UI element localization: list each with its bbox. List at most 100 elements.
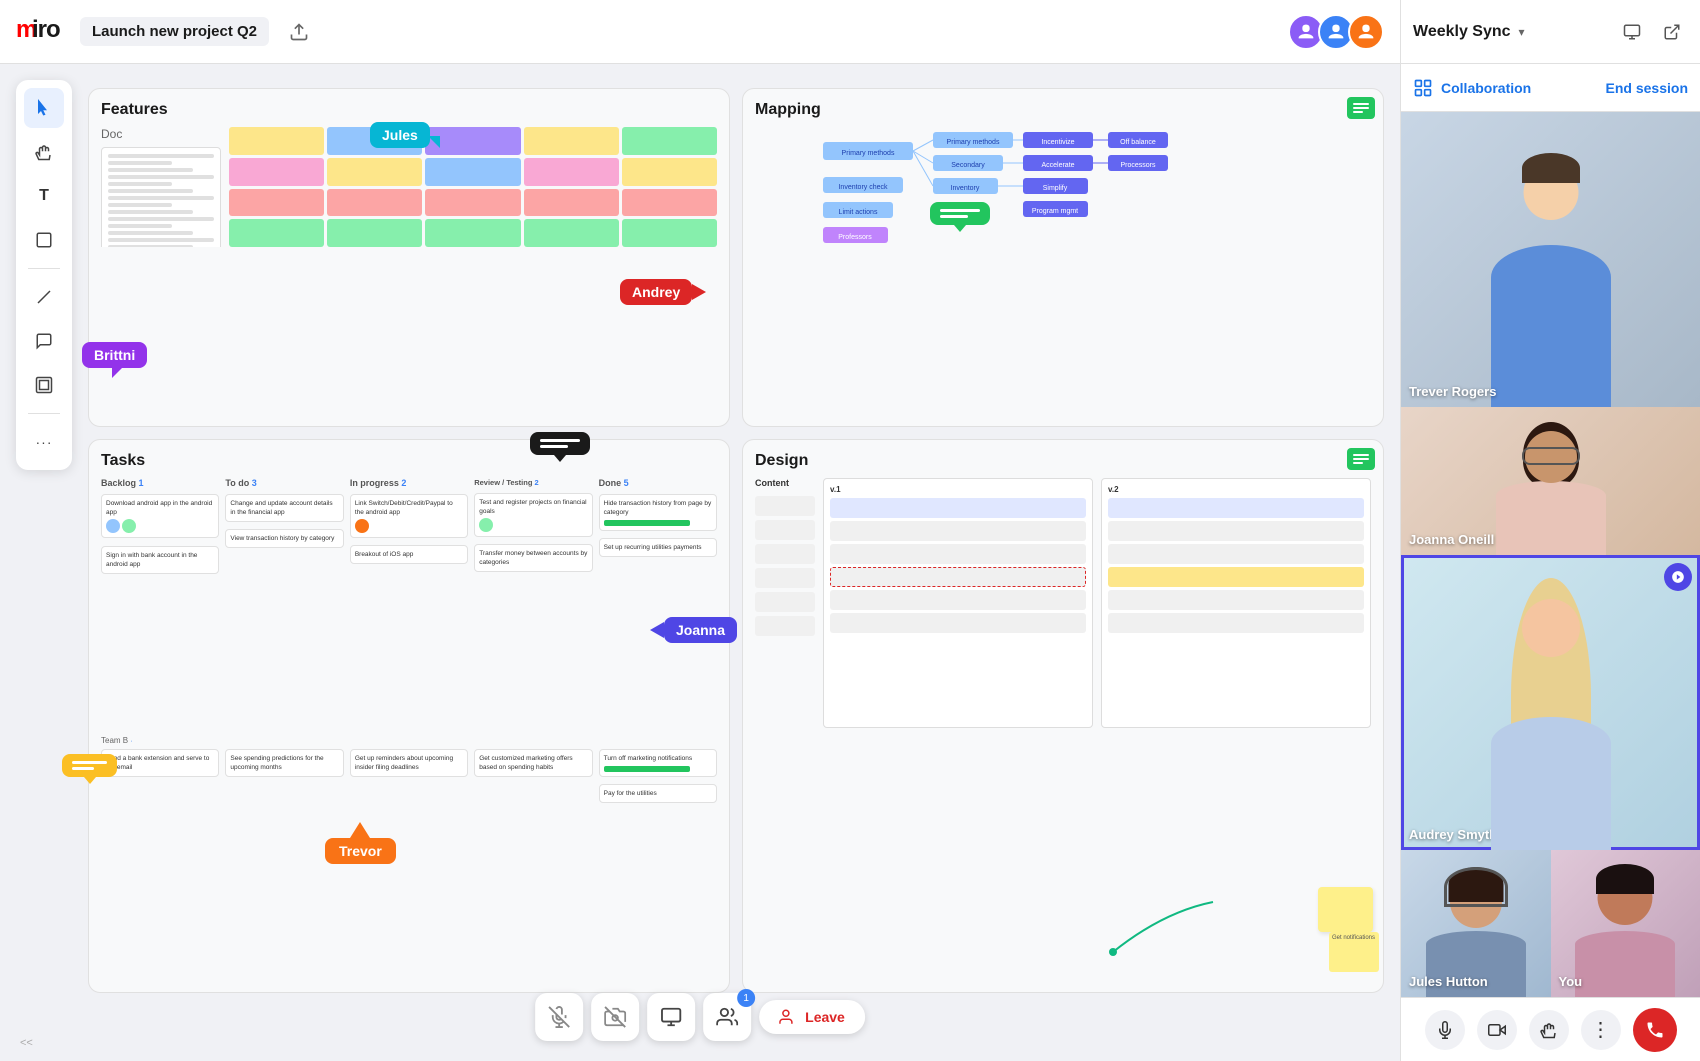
svg-text:Secondary: Secondary	[951, 162, 985, 169]
video-tile-jules: Jules Hutton	[1401, 850, 1551, 998]
users-button[interactable]: 1	[703, 993, 751, 1041]
kanban-col-b3: Get up reminders about upcoming insider …	[350, 749, 468, 829]
svg-text:Program mgmt: Program mgmt	[1032, 208, 1078, 215]
tasks-title: Tasks	[101, 452, 717, 470]
task-card[interactable]: Transfer money between accounts by categ…	[474, 544, 592, 572]
design-arrow	[1063, 872, 1263, 992]
yellow-sticky-design	[1318, 887, 1373, 932]
design-section: Design Content	[742, 439, 1384, 994]
face-art-audrey	[1401, 555, 1700, 850]
ctrl-hand-button[interactable]	[1529, 1010, 1569, 1050]
tool-divider	[28, 268, 60, 269]
right-top-bar: Weekly Sync ▾	[1401, 0, 1700, 64]
sticky-notes-features	[229, 127, 717, 247]
collab-bar: Collaboration End session	[1401, 64, 1700, 112]
miro-logo: m iro	[16, 15, 68, 49]
cursor-label-brittni: Brittni	[82, 342, 147, 368]
dropdown-arrow[interactable]: ▾	[1519, 25, 1525, 39]
kanban-col-backlog: Backlog 1 Download android app in the an…	[101, 478, 219, 728]
mic-button[interactable]	[535, 993, 583, 1041]
video-name-jules: Jules Hutton	[1409, 974, 1488, 989]
kanban-col-done: Done 5 Hide transaction history from pag…	[599, 478, 717, 728]
task-card[interactable]: Change and update account details in the…	[225, 494, 343, 522]
end-session-button[interactable]: End session	[1606, 80, 1688, 96]
task-card[interactable]: Sign in with bank account in the android…	[101, 546, 219, 574]
video-grid: Trever Rogers Joanna Oneill	[1401, 112, 1700, 997]
mapping-badge	[1347, 97, 1375, 119]
ctrl-more-button[interactable]: ⋮	[1581, 1010, 1621, 1050]
svg-text:Inventory: Inventory	[951, 185, 980, 192]
task-card[interactable]: Set up recurring utilities payments	[599, 538, 717, 557]
doc-preview[interactable]	[101, 147, 221, 247]
kanban-col-b4: Get customized marketing offers based on…	[474, 749, 592, 829]
col-header-backlog: Backlog 1	[101, 478, 219, 488]
content-labels: Content	[755, 478, 815, 728]
avatar-3[interactable]	[1348, 14, 1384, 50]
doc-label: Doc	[101, 127, 221, 141]
ctrl-end-call-button[interactable]	[1633, 1008, 1677, 1052]
share-button[interactable]	[647, 993, 695, 1041]
more-tools[interactable]: ···	[24, 422, 64, 462]
video-tile-audrey: Audrey Smyth	[1401, 555, 1700, 850]
col-header-inprogress: In progress 2	[350, 478, 468, 488]
svg-text:Simplify: Simplify	[1043, 185, 1068, 192]
upload-button[interactable]	[281, 14, 317, 50]
task-card[interactable]: Test and register projects on financial …	[474, 493, 592, 537]
task-card[interactable]: View transaction history by category	[225, 529, 343, 548]
cursor-label-andrey: Andrey	[620, 279, 692, 305]
design-v1-frame[interactable]: v.1	[823, 478, 1093, 728]
cursor-jules: Jules	[370, 122, 440, 148]
cursor-andrey: Andrey	[620, 279, 706, 305]
ctrl-camera-button[interactable]	[1477, 1010, 1517, 1050]
col-header-done: Done 5	[599, 478, 717, 488]
v2-label: v.2	[1108, 485, 1364, 494]
col-header-review: Review / Testing 2	[474, 478, 592, 487]
cursor-label-joanna: Joanna	[664, 617, 737, 643]
design-v2-frame[interactable]: v.2	[1101, 478, 1371, 728]
sticky-tool[interactable]	[24, 220, 64, 260]
task-card[interactable]: Hide transaction history from page by ca…	[599, 494, 717, 531]
video-name-audrey: Audrey Smyth	[1409, 827, 1497, 842]
design-badge	[1347, 448, 1375, 470]
frame-tool[interactable]	[24, 365, 64, 405]
svg-text:Processors: Processors	[1120, 162, 1156, 169]
collab-icon	[1413, 78, 1433, 98]
kanban-col-todo: To do 3 Change and update account detail…	[225, 478, 343, 728]
video-name-joanna: Joanna Oneill	[1409, 532, 1494, 547]
session-title: Weekly Sync	[1413, 23, 1511, 41]
tool-divider-2	[28, 413, 60, 414]
monitor-icon-button[interactable]	[1616, 16, 1648, 48]
kanban-col-b2: See spending predictions for the upcomin…	[225, 749, 343, 829]
task-card[interactable]: Download android app in the android app	[101, 494, 219, 538]
line-tool[interactable]	[24, 277, 64, 317]
collab-label: Collaboration	[1441, 80, 1531, 96]
scroll-arrows: <<	[20, 1035, 33, 1049]
tasks-section: Tasks Backlog 1 Download android app in …	[88, 439, 730, 994]
kanban-col-b5: Turn off marketing notifications Pay for…	[599, 749, 717, 829]
svg-text:Primary methods: Primary methods	[842, 150, 895, 157]
mapping-section: Mapping Primary methods	[742, 88, 1384, 427]
video-tile-you: You	[1551, 850, 1700, 998]
cursor-joanna: Joanna	[650, 617, 737, 643]
leave-button[interactable]: Leave	[759, 1000, 865, 1034]
col-header-todo: To do 3	[225, 478, 343, 488]
camera-button[interactable]	[591, 993, 639, 1041]
design-title: Design	[755, 452, 1371, 470]
external-link-button[interactable]	[1656, 16, 1688, 48]
select-tool[interactable]	[24, 88, 64, 128]
leave-label: Leave	[805, 1009, 845, 1025]
design-content: Content v.1	[755, 478, 1371, 728]
canvas-content: Jules Brittni Andrey	[0, 64, 1400, 1061]
text-tool[interactable]: T	[24, 176, 64, 216]
svg-text:Accelerate: Accelerate	[1041, 162, 1074, 169]
ctrl-mic-button[interactable]	[1425, 1010, 1465, 1050]
project-title[interactable]: Launch new project Q2	[80, 17, 269, 46]
task-card[interactable]: Breakout of iOS app	[350, 545, 468, 564]
video-tile-joanna: Joanna Oneill	[1401, 407, 1700, 555]
comment-tool[interactable]	[24, 321, 64, 361]
hand-tool[interactable]	[24, 132, 64, 172]
svg-text:Inventory check: Inventory check	[838, 184, 888, 191]
mapping-title: Mapping	[755, 101, 1371, 119]
task-card[interactable]: Link Switch/Debit/Credit/Paypal to the a…	[350, 494, 468, 538]
kanban-col-inprogress: In progress 2 Link Switch/Debit/Credit/P…	[350, 478, 468, 728]
